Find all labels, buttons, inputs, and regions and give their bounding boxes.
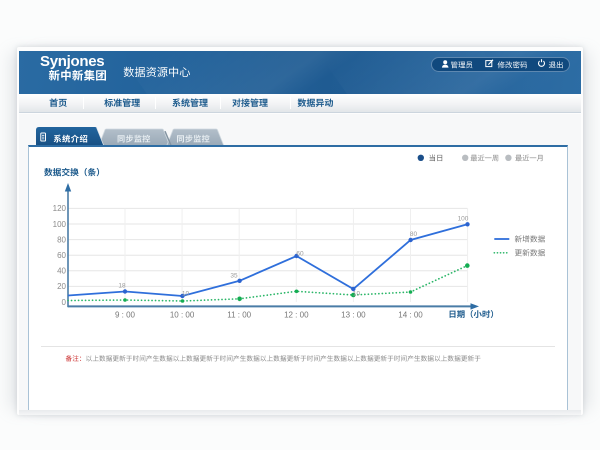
svg-text:60: 60: [57, 251, 66, 260]
svg-text:20: 20: [57, 282, 66, 291]
svg-text:9 : 00: 9 : 00: [115, 311, 136, 320]
svg-text:100: 100: [458, 215, 469, 222]
svg-text:12 : 00: 12 : 00: [284, 311, 309, 320]
svg-text:11 : 00: 11 : 00: [227, 311, 251, 320]
svg-text:10: 10: [182, 290, 190, 297]
svg-text:13 : 00: 13 : 00: [341, 311, 366, 320]
svg-text:80: 80: [57, 235, 66, 244]
svg-text:14 : 00: 14 : 00: [398, 311, 423, 320]
svg-text:10 : 00: 10 : 00: [170, 311, 195, 320]
svg-text:40: 40: [57, 267, 66, 276]
svg-text:35: 35: [230, 272, 238, 279]
svg-text:0: 0: [62, 298, 67, 307]
svg-text:120: 120: [53, 204, 67, 213]
svg-text:18: 18: [118, 283, 126, 290]
svg-text:10: 10: [353, 290, 361, 297]
svg-text:80: 80: [410, 231, 418, 238]
svg-text:100: 100: [53, 220, 67, 229]
svg-text:60: 60: [296, 250, 304, 257]
